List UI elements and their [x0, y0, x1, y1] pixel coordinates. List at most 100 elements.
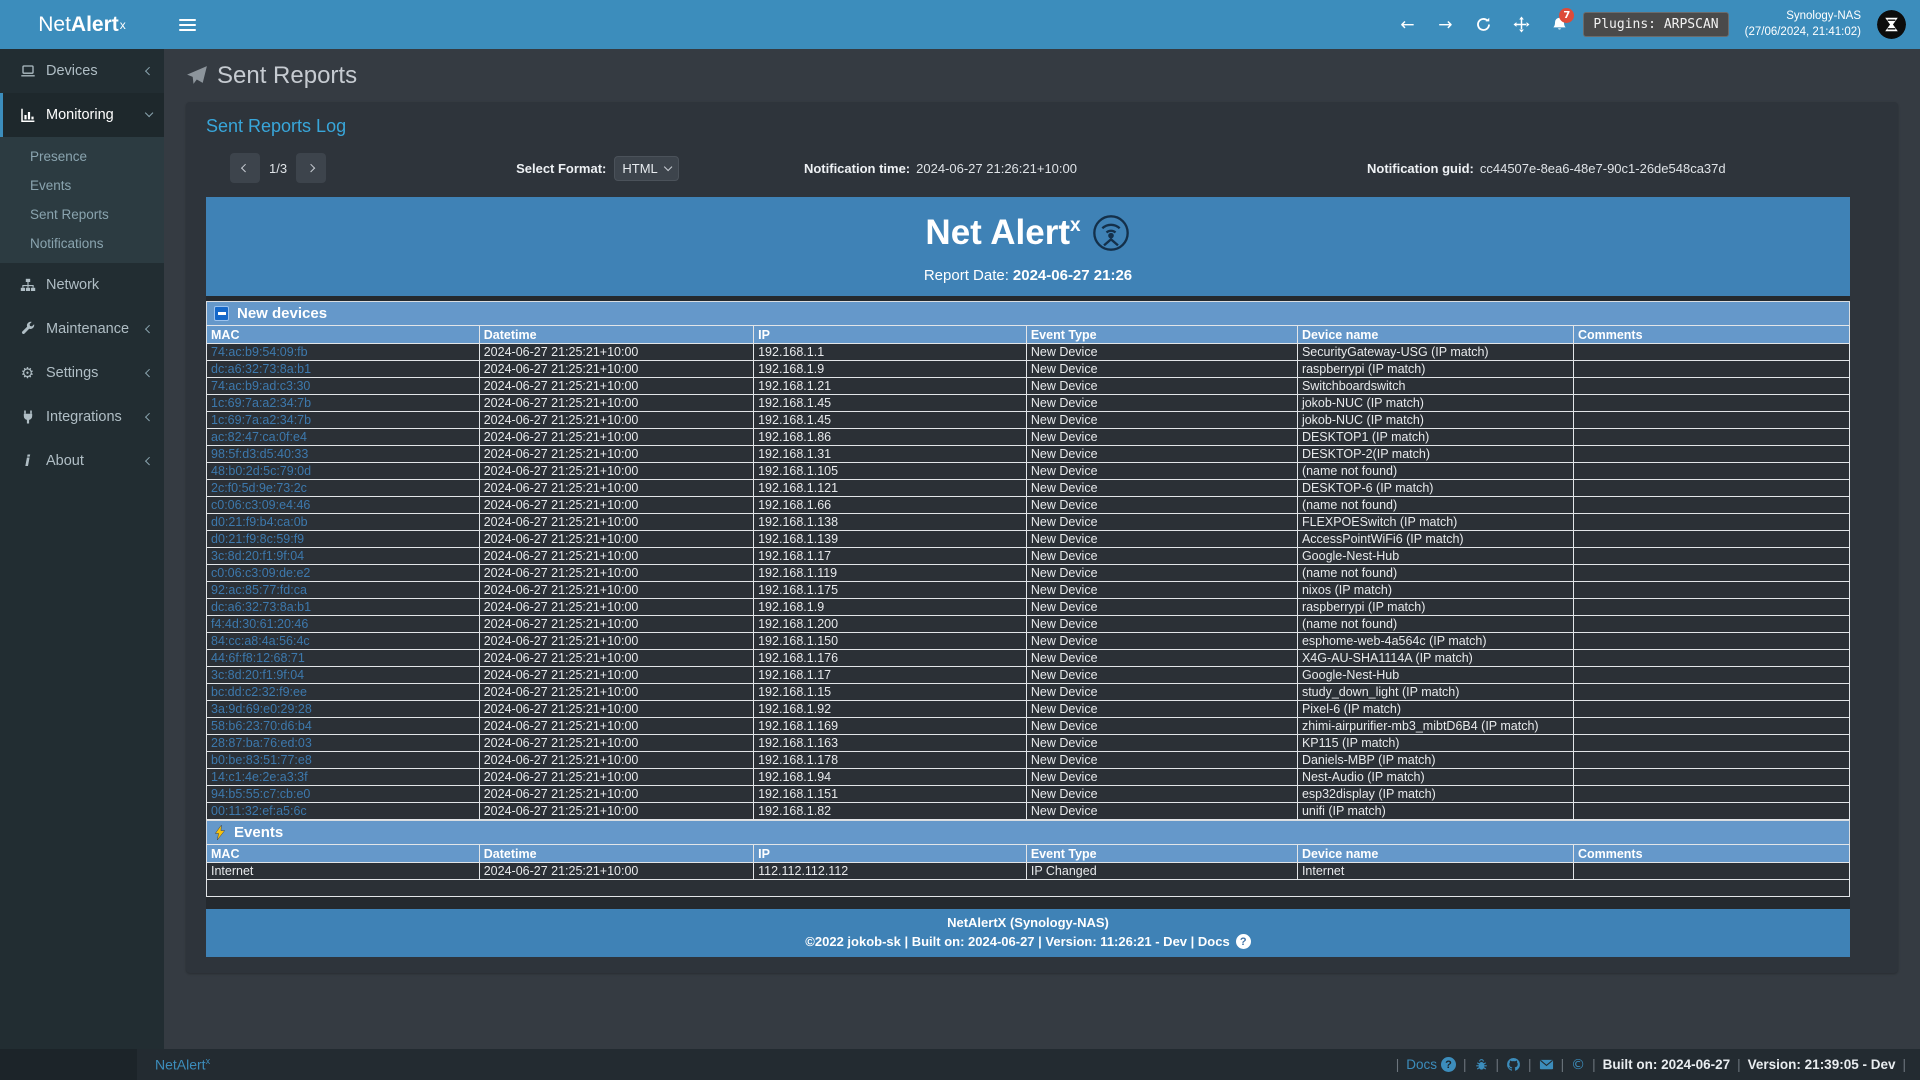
table-cell: New Device [1026, 361, 1297, 378]
chevron-down-icon [663, 163, 672, 172]
table-cell[interactable]: 2c:f0:5d:9e:73:2c [207, 480, 480, 497]
col-header-ip: IP [754, 326, 1027, 344]
sent-reports-card: Sent Reports Log 1/3 Select Format: HTML… [186, 102, 1898, 973]
table-cell[interactable]: dc:a6:32:73:8a:b1 [207, 361, 480, 378]
table-cell[interactable]: 14:c1:4e:2e:a3:3f [207, 769, 480, 786]
table-cell[interactable]: 3c:8d:20:f1:9f:04 [207, 667, 480, 684]
table-cell: 2024-06-27 21:25:21+10:00 [479, 463, 753, 480]
page-title: Sent Reports [217, 62, 357, 90]
table-cell: New Device [1026, 701, 1297, 718]
table-cell[interactable]: 74:ac:b9:ad:c3:30 [207, 378, 480, 395]
forward-icon[interactable]: → [1431, 10, 1459, 40]
app-logo[interactable]: NetAlertx [0, 0, 164, 49]
table-cell: 2024-06-27 21:25:21+10:00 [479, 718, 753, 735]
notification-count-badge[interactable]: 7 [1559, 8, 1574, 23]
table-cell [1573, 514, 1849, 531]
table-cell: 2024-06-27 21:25:21+10:00 [479, 582, 753, 599]
report-preview: Net Alertx Report Date:2024-06-27 21:26 … [206, 197, 1850, 957]
table-cell: DESKTOP-6 (IP match) [1297, 480, 1573, 497]
table-cell: Nest-Audio (IP match) [1297, 769, 1573, 786]
table-cell: 2024-06-27 21:25:21+10:00 [479, 429, 753, 446]
new-devices-icon [214, 306, 229, 321]
table-row: 28:87:ba:76:ed:032024-06-27 21:25:21+10:… [207, 735, 1850, 752]
plugins-tooltip: Plugins: ARPSCAN [1583, 12, 1728, 37]
table-cell[interactable]: 00:11:32:ef:a5:6c [207, 803, 480, 820]
notifications-bell-icon[interactable]: 7 [1545, 10, 1573, 40]
new-devices-table: MAC Datetime IP Event Type Device name C… [206, 325, 1850, 820]
table-cell[interactable]: 1c:69:7a:a2:34:7b [207, 395, 480, 412]
table-row: 1c:69:7a:a2:34:7b2024-06-27 21:25:21+10:… [207, 412, 1850, 429]
next-page-button[interactable] [296, 153, 326, 183]
sidebar-item-notifications[interactable]: Notifications [0, 229, 164, 258]
statusbar-brand[interactable]: NetAlertx [155, 1056, 210, 1073]
move-icon[interactable] [1507, 10, 1535, 40]
table-cell: 2024-06-27 21:25:21+10:00 [479, 786, 753, 803]
report-footer-meta: ©2022 jokob-sk | Built on: 2024-06-27 | … [206, 934, 1850, 949]
sidebar-item-presence[interactable]: Presence [0, 142, 164, 171]
table-cell: New Device [1026, 667, 1297, 684]
refresh-icon[interactable] [1469, 10, 1497, 40]
copyright-icon[interactable]: © [1571, 1057, 1585, 1073]
table-cell [1573, 344, 1849, 361]
table-cell[interactable]: 92:ac:85:77:fd:ca [207, 582, 480, 599]
table-cell: esp32display (IP match) [1297, 786, 1573, 803]
table-cell[interactable]: dc:a6:32:73:8a:b1 [207, 599, 480, 616]
table-cell: 192.168.1.17 [754, 667, 1027, 684]
table-cell[interactable]: d0:21:f9:8c:59:f9 [207, 531, 480, 548]
sidebar-item-integrations[interactable]: Integrations [0, 395, 164, 439]
sidebar-item-maintenance[interactable]: Maintenance [0, 307, 164, 351]
table-cell[interactable]: 28:87:ba:76:ed:03 [207, 735, 480, 752]
sidebar-item-sent-reports[interactable]: Sent Reports [0, 200, 164, 229]
sidebar-item-monitoring[interactable]: Monitoring [0, 93, 164, 137]
user-avatar[interactable] [1877, 10, 1906, 39]
bug-report-icon[interactable] [1474, 1057, 1489, 1072]
col-header-event-type: Event Type [1026, 845, 1297, 863]
table-cell[interactable]: ac:82:47:ca:0f:e4 [207, 429, 480, 446]
table-cell[interactable]: c0:06:c3:09:de:e2 [207, 565, 480, 582]
report-header: Net Alertx Report Date:2024-06-27 21:26 [206, 197, 1850, 296]
table-cell[interactable]: 48:b0:2d:5c:79:0d [207, 463, 480, 480]
sidebar-item-about[interactable]: i About [0, 439, 164, 483]
table-cell[interactable]: 84:cc:a8:4a:56:4c [207, 633, 480, 650]
github-icon[interactable] [1506, 1057, 1521, 1072]
table-cell[interactable]: 1c:69:7a:a2:34:7b [207, 412, 480, 429]
plug-icon [19, 409, 36, 425]
table-cell[interactable]: b0:be:83:51:77:e8 [207, 752, 480, 769]
table-cell[interactable]: bc:dd:c2:32:f9:ee [207, 684, 480, 701]
table-cell: 192.168.1.17 [754, 548, 1027, 565]
separator: | [1561, 1057, 1565, 1072]
table-cell: 192.168.1.31 [754, 446, 1027, 463]
table-row: c0:06:c3:09:de:e22024-06-27 21:25:21+10:… [207, 565, 1850, 582]
host-timestamp: (27/06/2024, 21:41:02) [1745, 25, 1861, 41]
table-cell[interactable]: 3c:8d:20:f1:9f:04 [207, 548, 480, 565]
table-cell[interactable]: 3a:9d:69:e0:29:28 [207, 701, 480, 718]
table-cell[interactable]: 44:6f:f8:12:68:71 [207, 650, 480, 667]
col-header-datetime: Datetime [479, 326, 753, 344]
table-cell[interactable]: 98:5f:d3:d5:40:33 [207, 446, 480, 463]
table-cell: 192.168.1.94 [754, 769, 1027, 786]
table-cell [1573, 378, 1849, 395]
table-cell[interactable]: f4:4d:30:61:20:46 [207, 616, 480, 633]
table-cell[interactable]: 74:ac:b9:54:09:fb [207, 344, 480, 361]
table-cell [1573, 752, 1849, 769]
table-cell[interactable]: 58:b6:23:70:d6:b4 [207, 718, 480, 735]
sidebar-item-devices[interactable]: Devices [0, 49, 164, 93]
brand-net: Net [38, 13, 71, 37]
col-header-mac: MAC [207, 326, 480, 344]
table-cell: 192.168.1.175 [754, 582, 1027, 599]
table-cell[interactable]: c0:06:c3:09:e4:46 [207, 497, 480, 514]
table-cell: New Device [1026, 412, 1297, 429]
statusbar-left-block [0, 1049, 137, 1080]
email-icon[interactable] [1539, 1057, 1554, 1072]
sidebar-item-network[interactable]: Network [0, 263, 164, 307]
sidebar-item-settings[interactable]: ⚙ Settings [0, 351, 164, 395]
section-title: Events [234, 824, 283, 841]
back-icon[interactable]: ← [1393, 10, 1421, 40]
format-select[interactable]: HTML [614, 156, 679, 181]
sidebar-toggle-icon[interactable] [164, 0, 210, 49]
sidebar-item-events[interactable]: Events [0, 171, 164, 200]
docs-link[interactable]: Docs ? [1406, 1057, 1456, 1072]
table-cell[interactable]: 94:b5:55:c7:cb:e0 [207, 786, 480, 803]
prev-page-button[interactable] [230, 153, 260, 183]
table-cell[interactable]: d0:21:f9:b4:ca:0b [207, 514, 480, 531]
